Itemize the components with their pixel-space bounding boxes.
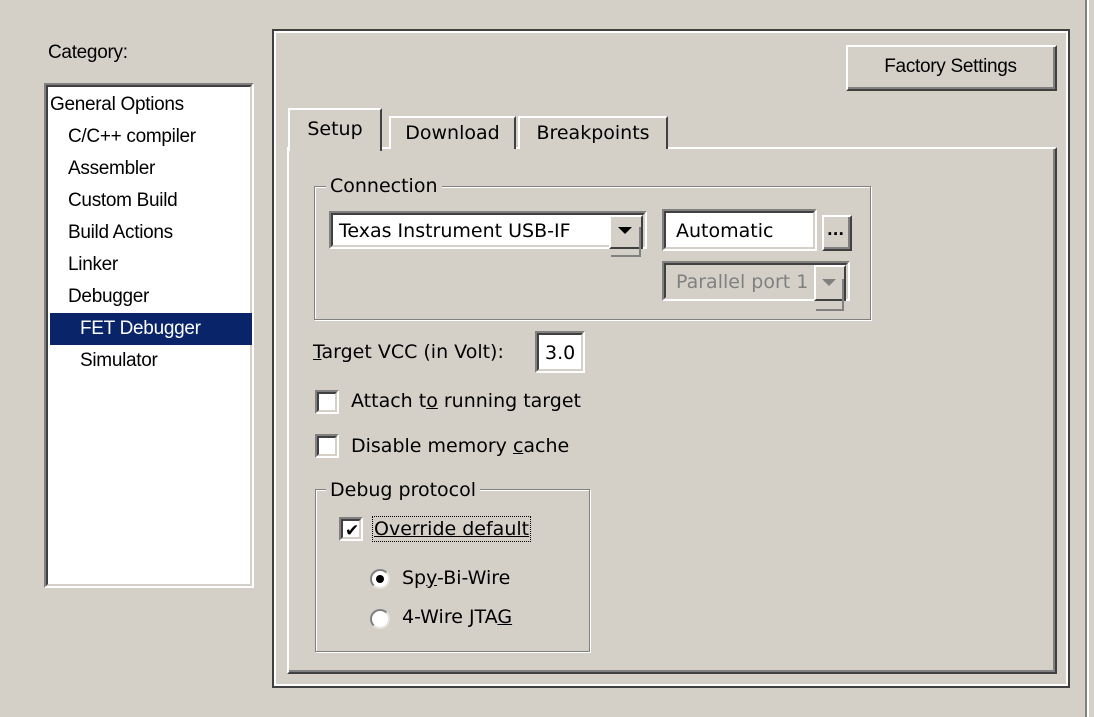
attach-label[interactable]: Attach to running target <box>351 390 581 412</box>
category-item-assembler[interactable]: Assembler <box>50 153 155 185</box>
category-item-custom-build[interactable]: Custom Build <box>50 185 178 217</box>
target-vcc-input[interactable]: 3.0 <box>535 331 585 373</box>
parallel-dropdown-button[interactable] <box>814 265 846 311</box>
override-default-label[interactable]: Override default <box>371 516 532 542</box>
factory-settings-button[interactable]: Factory Settings <box>846 45 1057 91</box>
spy-bi-wire-label[interactable]: Spy-Bi-Wire <box>402 567 510 589</box>
parallel-port-select[interactable]: Parallel port 1 <box>662 261 850 311</box>
connection-legend: Connection <box>326 175 442 197</box>
disable-cache-checkbox[interactable] <box>315 434 339 458</box>
port-field-value: Automatic <box>676 220 774 242</box>
category-item-build-actions[interactable]: Build Actions <box>50 217 173 249</box>
category-item-cpp-compiler[interactable]: C/C++ compiler <box>50 121 196 153</box>
category-label: Category: <box>48 42 128 63</box>
chevron-down-icon <box>618 227 632 234</box>
override-default-checkbox[interactable]: ✔ <box>339 517 363 541</box>
driver-select-value: Texas Instrument USB-IF <box>339 220 571 242</box>
port-field[interactable]: Automatic <box>662 209 817 251</box>
category-item-debugger[interactable]: Debugger <box>50 281 149 313</box>
driver-select[interactable]: Texas Instrument USB-IF <box>329 211 647 257</box>
disable-cache-label[interactable]: Disable memory cache <box>351 435 569 457</box>
category-item-fet-debugger[interactable]: FET Debugger <box>50 313 252 345</box>
category-item-simulator[interactable]: Simulator <box>50 345 158 377</box>
dialog-edge-highlight <box>1087 0 1089 717</box>
four-wire-jtag-label[interactable]: 4-Wire JTAG <box>402 606 512 628</box>
factory-settings-label: Factory Settings <box>884 56 1017 77</box>
tab-setup[interactable]: Setup <box>288 108 382 151</box>
target-vcc-label: Target VCC (in Volt): <box>313 341 504 363</box>
four-wire-jtag-radio[interactable] <box>370 609 390 629</box>
checkmark-icon: ✔ <box>345 521 360 541</box>
debug-protocol-legend: Debug protocol <box>326 479 481 501</box>
tab-download[interactable]: Download <box>389 116 516 149</box>
category-item-general-options[interactable]: General Options <box>50 89 250 121</box>
category-list[interactable]: General Options C/C++ compiler Assembler… <box>44 83 254 588</box>
ellipsis-icon: ... <box>827 221 845 239</box>
target-vcc-value: 3.0 <box>545 342 576 364</box>
parallel-port-value: Parallel port 1 <box>676 271 809 293</box>
attach-checkbox[interactable] <box>315 390 339 414</box>
browse-button[interactable]: ... <box>822 215 852 251</box>
spy-bi-wire-radio[interactable] <box>370 569 390 589</box>
category-item-linker[interactable]: Linker <box>50 249 118 281</box>
radio-selected-dot <box>376 575 384 583</box>
chevron-down-icon <box>822 279 836 286</box>
tab-breakpoints[interactable]: Breakpoints <box>518 116 668 149</box>
driver-dropdown-button[interactable] <box>609 215 643 257</box>
